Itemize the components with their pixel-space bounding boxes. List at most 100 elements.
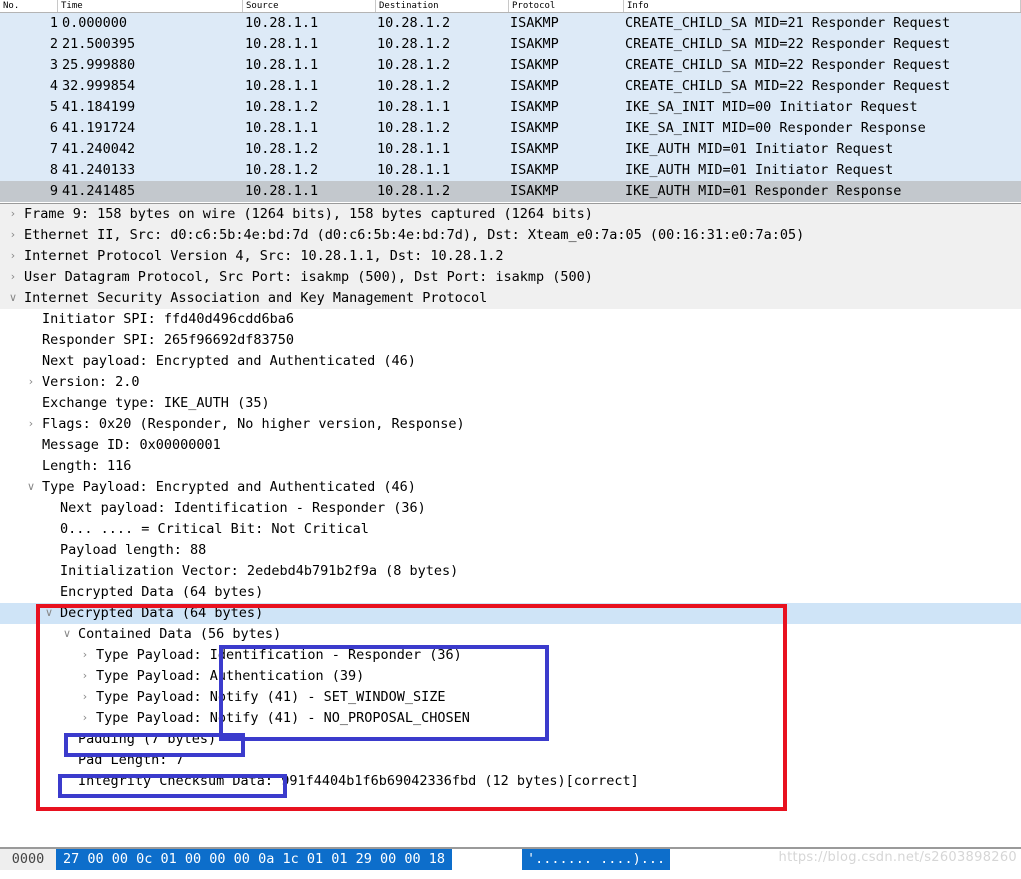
detail-tree-row[interactable]: Message ID: 0x00000001 xyxy=(0,435,1021,456)
column-header-time[interactable]: Time xyxy=(58,0,243,12)
packet-list-row[interactable]: 1 0.000000 10.28.1.1 10.28.1.2 ISAKMP CREATE_… xyxy=(0,13,1021,34)
detail-tree-row[interactable]: ∨ Contained Data (56 bytes) xyxy=(0,624,1021,645)
packet-cell-no: 1 xyxy=(49,15,58,31)
hex-dump-row[interactable]: 0000 27 00 00 0c 01 00 00 00 0a 1c 01 01… xyxy=(0,849,1021,870)
chevron-down-icon[interactable]: ∨ xyxy=(60,624,74,645)
packet-cell-destination: 10.28.1.2 xyxy=(377,183,451,199)
column-header-no[interactable]: No. xyxy=(0,0,58,12)
chevron-right-icon[interactable]: › xyxy=(6,204,20,225)
detail-tree-row[interactable]: Padding (7 bytes) xyxy=(0,729,1021,750)
packet-cell-protocol: ISAKMP xyxy=(510,57,559,73)
packet-cell-destination: 10.28.1.1 xyxy=(377,141,451,157)
chevron-down-icon[interactable]: ∨ xyxy=(24,477,38,498)
detail-tree-row[interactable]: › Type Payload: Identification - Responde… xyxy=(0,645,1021,666)
packet-cell-source: 10.28.1.1 xyxy=(245,15,319,31)
chevron-right-icon[interactable]: › xyxy=(78,687,92,708)
chevron-down-icon[interactable]: ∨ xyxy=(6,288,20,309)
detail-tree-row[interactable]: Length: 116 xyxy=(0,456,1021,477)
packet-list-row[interactable]: 7 41.240042 10.28.1.2 10.28.1.1 ISAKMP IKE_AU… xyxy=(0,139,1021,160)
detail-tree-row[interactable]: › Flags: 0x20 (Responder, No higher versi… xyxy=(0,414,1021,435)
detail-tree-row[interactable]: Encrypted Data (64 bytes) xyxy=(0,582,1021,603)
column-header-protocol[interactable]: Protocol xyxy=(509,0,624,12)
chevron-right-icon[interactable]: › xyxy=(24,414,38,435)
chevron-right-icon[interactable]: › xyxy=(24,372,38,393)
packet-cell-no: 5 xyxy=(49,99,58,115)
packet-bytes-pane[interactable]: 0000 27 00 00 0c 01 00 00 00 0a 1c 01 01… xyxy=(0,848,1021,879)
hex-byte-values[interactable]: 27 00 00 0c 01 00 00 00 0a 1c 01 01 29 0… xyxy=(56,849,453,870)
detail-tree-label: Initiator SPI: ffd40d496cdd6ba6 xyxy=(42,311,294,327)
detail-tree-row[interactable]: ∨ Type Payload: Encrypted and Authenticat… xyxy=(0,477,1021,498)
packet-cell-source: 10.28.1.1 xyxy=(245,120,319,136)
chevron-down-icon[interactable]: ∨ xyxy=(42,603,56,624)
detail-tree-row[interactable]: Responder SPI: 265f96692df83750 xyxy=(0,330,1021,351)
packet-cell-info: CREATE_CHILD_SA MID=22 Responder Request xyxy=(625,36,951,52)
detail-tree-label: Integrity Checksum Data: 991f4404b1f6b69… xyxy=(78,773,639,789)
detail-tree-row[interactable]: Pad Length: 7 xyxy=(0,750,1021,771)
detail-tree-label: Next payload: Encrypted and Authenticate… xyxy=(42,353,416,369)
packet-list-row[interactable]: 9 41.241485 10.28.1.1 10.28.1.2 ISAKMP IKE_AU… xyxy=(0,181,1021,202)
detail-tree-label: Length: 116 xyxy=(42,458,132,474)
packet-cell-protocol: ISAKMP xyxy=(510,36,559,52)
detail-tree-label: Internet Security Association and Key Ma… xyxy=(24,290,488,306)
packet-cell-no: 7 xyxy=(49,141,58,157)
detail-tree-row[interactable]: Initialization Vector: 2edebd4b791b2f9a … xyxy=(0,561,1021,582)
packet-cell-no: 9 xyxy=(49,183,58,199)
chevron-right-icon[interactable]: › xyxy=(78,666,92,687)
detail-tree-label: Version: 2.0 xyxy=(42,374,140,390)
detail-tree-row[interactable]: ∨ Decrypted Data (64 bytes) xyxy=(0,603,1021,624)
detail-tree-row[interactable]: Payload length: 88 xyxy=(0,540,1021,561)
packet-details-pane[interactable]: › Frame 9: 158 bytes on wire (1264 bits),… xyxy=(0,203,1021,848)
detail-tree-label: Internet Protocol Version 4, Src: 10.28.… xyxy=(24,248,504,264)
packet-cell-time: 41.240042 xyxy=(62,141,136,157)
detail-tree-row[interactable]: › Frame 9: 158 bytes on wire (1264 bits),… xyxy=(0,204,1021,225)
packet-list-row[interactable]: 8 41.240133 10.28.1.2 10.28.1.1 ISAKMP IKE_AU… xyxy=(0,160,1021,181)
packet-cell-source: 10.28.1.2 xyxy=(245,99,319,115)
detail-tree-row[interactable]: › User Datagram Protocol, Src Port: isakm… xyxy=(0,267,1021,288)
packet-list-pane[interactable]: No. Time Source Destination Protocol Info 1 0.… xyxy=(0,0,1021,202)
column-header-info[interactable]: Info xyxy=(624,0,1021,12)
detail-tree-row[interactable]: › Ethernet II, Src: d0:c6:5b:4e:bd:7d (d0… xyxy=(0,225,1021,246)
packet-list-row[interactable]: 4 32.999854 10.28.1.1 10.28.1.2 ISAKMP CREATE… xyxy=(0,76,1021,97)
detail-tree-row[interactable]: › Internet Protocol Version 4, Src: 10.28… xyxy=(0,246,1021,267)
detail-tree-label: Message ID: 0x00000001 xyxy=(42,437,221,453)
packet-cell-time: 25.999880 xyxy=(62,57,136,73)
detail-tree-label: User Datagram Protocol, Src Port: isakmp… xyxy=(24,269,593,285)
packet-cell-source: 10.28.1.2 xyxy=(245,162,319,178)
packet-cell-destination: 10.28.1.2 xyxy=(377,57,451,73)
detail-tree-label: Contained Data (56 bytes) xyxy=(78,626,282,642)
detail-tree-row[interactable]: Next payload: Identification - Responder… xyxy=(0,498,1021,519)
chevron-right-icon[interactable]: › xyxy=(78,645,92,666)
packet-cell-protocol: ISAKMP xyxy=(510,162,559,178)
chevron-right-icon[interactable]: › xyxy=(6,246,20,267)
column-header-source[interactable]: Source xyxy=(243,0,376,12)
detail-tree-label: Ethernet II, Src: d0:c6:5b:4e:bd:7d (d0:… xyxy=(24,227,805,243)
detail-tree-row[interactable]: 0... .... = Critical Bit: Not Critical xyxy=(0,519,1021,540)
detail-tree-row[interactable]: ∨ Internet Security Association and Key M… xyxy=(0,288,1021,309)
chevron-right-icon[interactable]: › xyxy=(6,267,20,288)
detail-tree-label: Type Payload: Notify (41) - NO_PROPOSAL_… xyxy=(96,710,470,726)
detail-tree-row[interactable]: › Version: 2.0 xyxy=(0,372,1021,393)
packet-cell-info: CREATE_CHILD_SA MID=22 Responder Request xyxy=(625,78,951,94)
packet-cell-source: 10.28.1.1 xyxy=(245,36,319,52)
detail-tree-row[interactable]: Exchange type: IKE_AUTH (35) xyxy=(0,393,1021,414)
packet-list-column-headers[interactable]: No. Time Source Destination Protocol Info xyxy=(0,0,1021,13)
packet-cell-time: 0.000000 xyxy=(62,15,128,31)
packet-list-row[interactable]: 5 41.184199 10.28.1.2 10.28.1.1 ISAKMP IKE_SA… xyxy=(0,97,1021,118)
detail-tree-row[interactable]: › Type Payload: Notify (41) - SET_WINDOW_… xyxy=(0,687,1021,708)
detail-tree-row[interactable]: Next payload: Encrypted and Authenticate… xyxy=(0,351,1021,372)
detail-tree-row[interactable]: Integrity Checksum Data: 991f4404b1f6b69… xyxy=(0,771,1021,792)
detail-tree-row[interactable]: › Type Payload: Notify (41) - NO_PROPOSAL… xyxy=(0,708,1021,729)
packet-list-row[interactable]: 2 21.500395 10.28.1.1 10.28.1.2 ISAKMP CREATE… xyxy=(0,34,1021,55)
hex-ascii-values[interactable]: '....... ....)... xyxy=(522,849,671,870)
packet-list-row[interactable]: 3 25.999880 10.28.1.1 10.28.1.2 ISAKMP CREATE… xyxy=(0,55,1021,76)
detail-tree-row[interactable]: Initiator SPI: ffd40d496cdd6ba6 xyxy=(0,309,1021,330)
column-header-destination[interactable]: Destination xyxy=(376,0,509,12)
packet-list-rows[interactable]: 1 0.000000 10.28.1.1 10.28.1.2 ISAKMP CREATE_… xyxy=(0,13,1021,202)
detail-tree-row[interactable]: › Type Payload: Authentication (39) xyxy=(0,666,1021,687)
chevron-right-icon[interactable]: › xyxy=(6,225,20,246)
chevron-right-icon[interactable]: › xyxy=(78,708,92,729)
packet-cell-time: 32.999854 xyxy=(62,78,136,94)
packet-cell-source: 10.28.1.1 xyxy=(245,183,319,199)
packet-list-row[interactable]: 6 41.191724 10.28.1.1 10.28.1.2 ISAKMP IKE_SA… xyxy=(0,118,1021,139)
packet-cell-time: 41.184199 xyxy=(62,99,136,115)
